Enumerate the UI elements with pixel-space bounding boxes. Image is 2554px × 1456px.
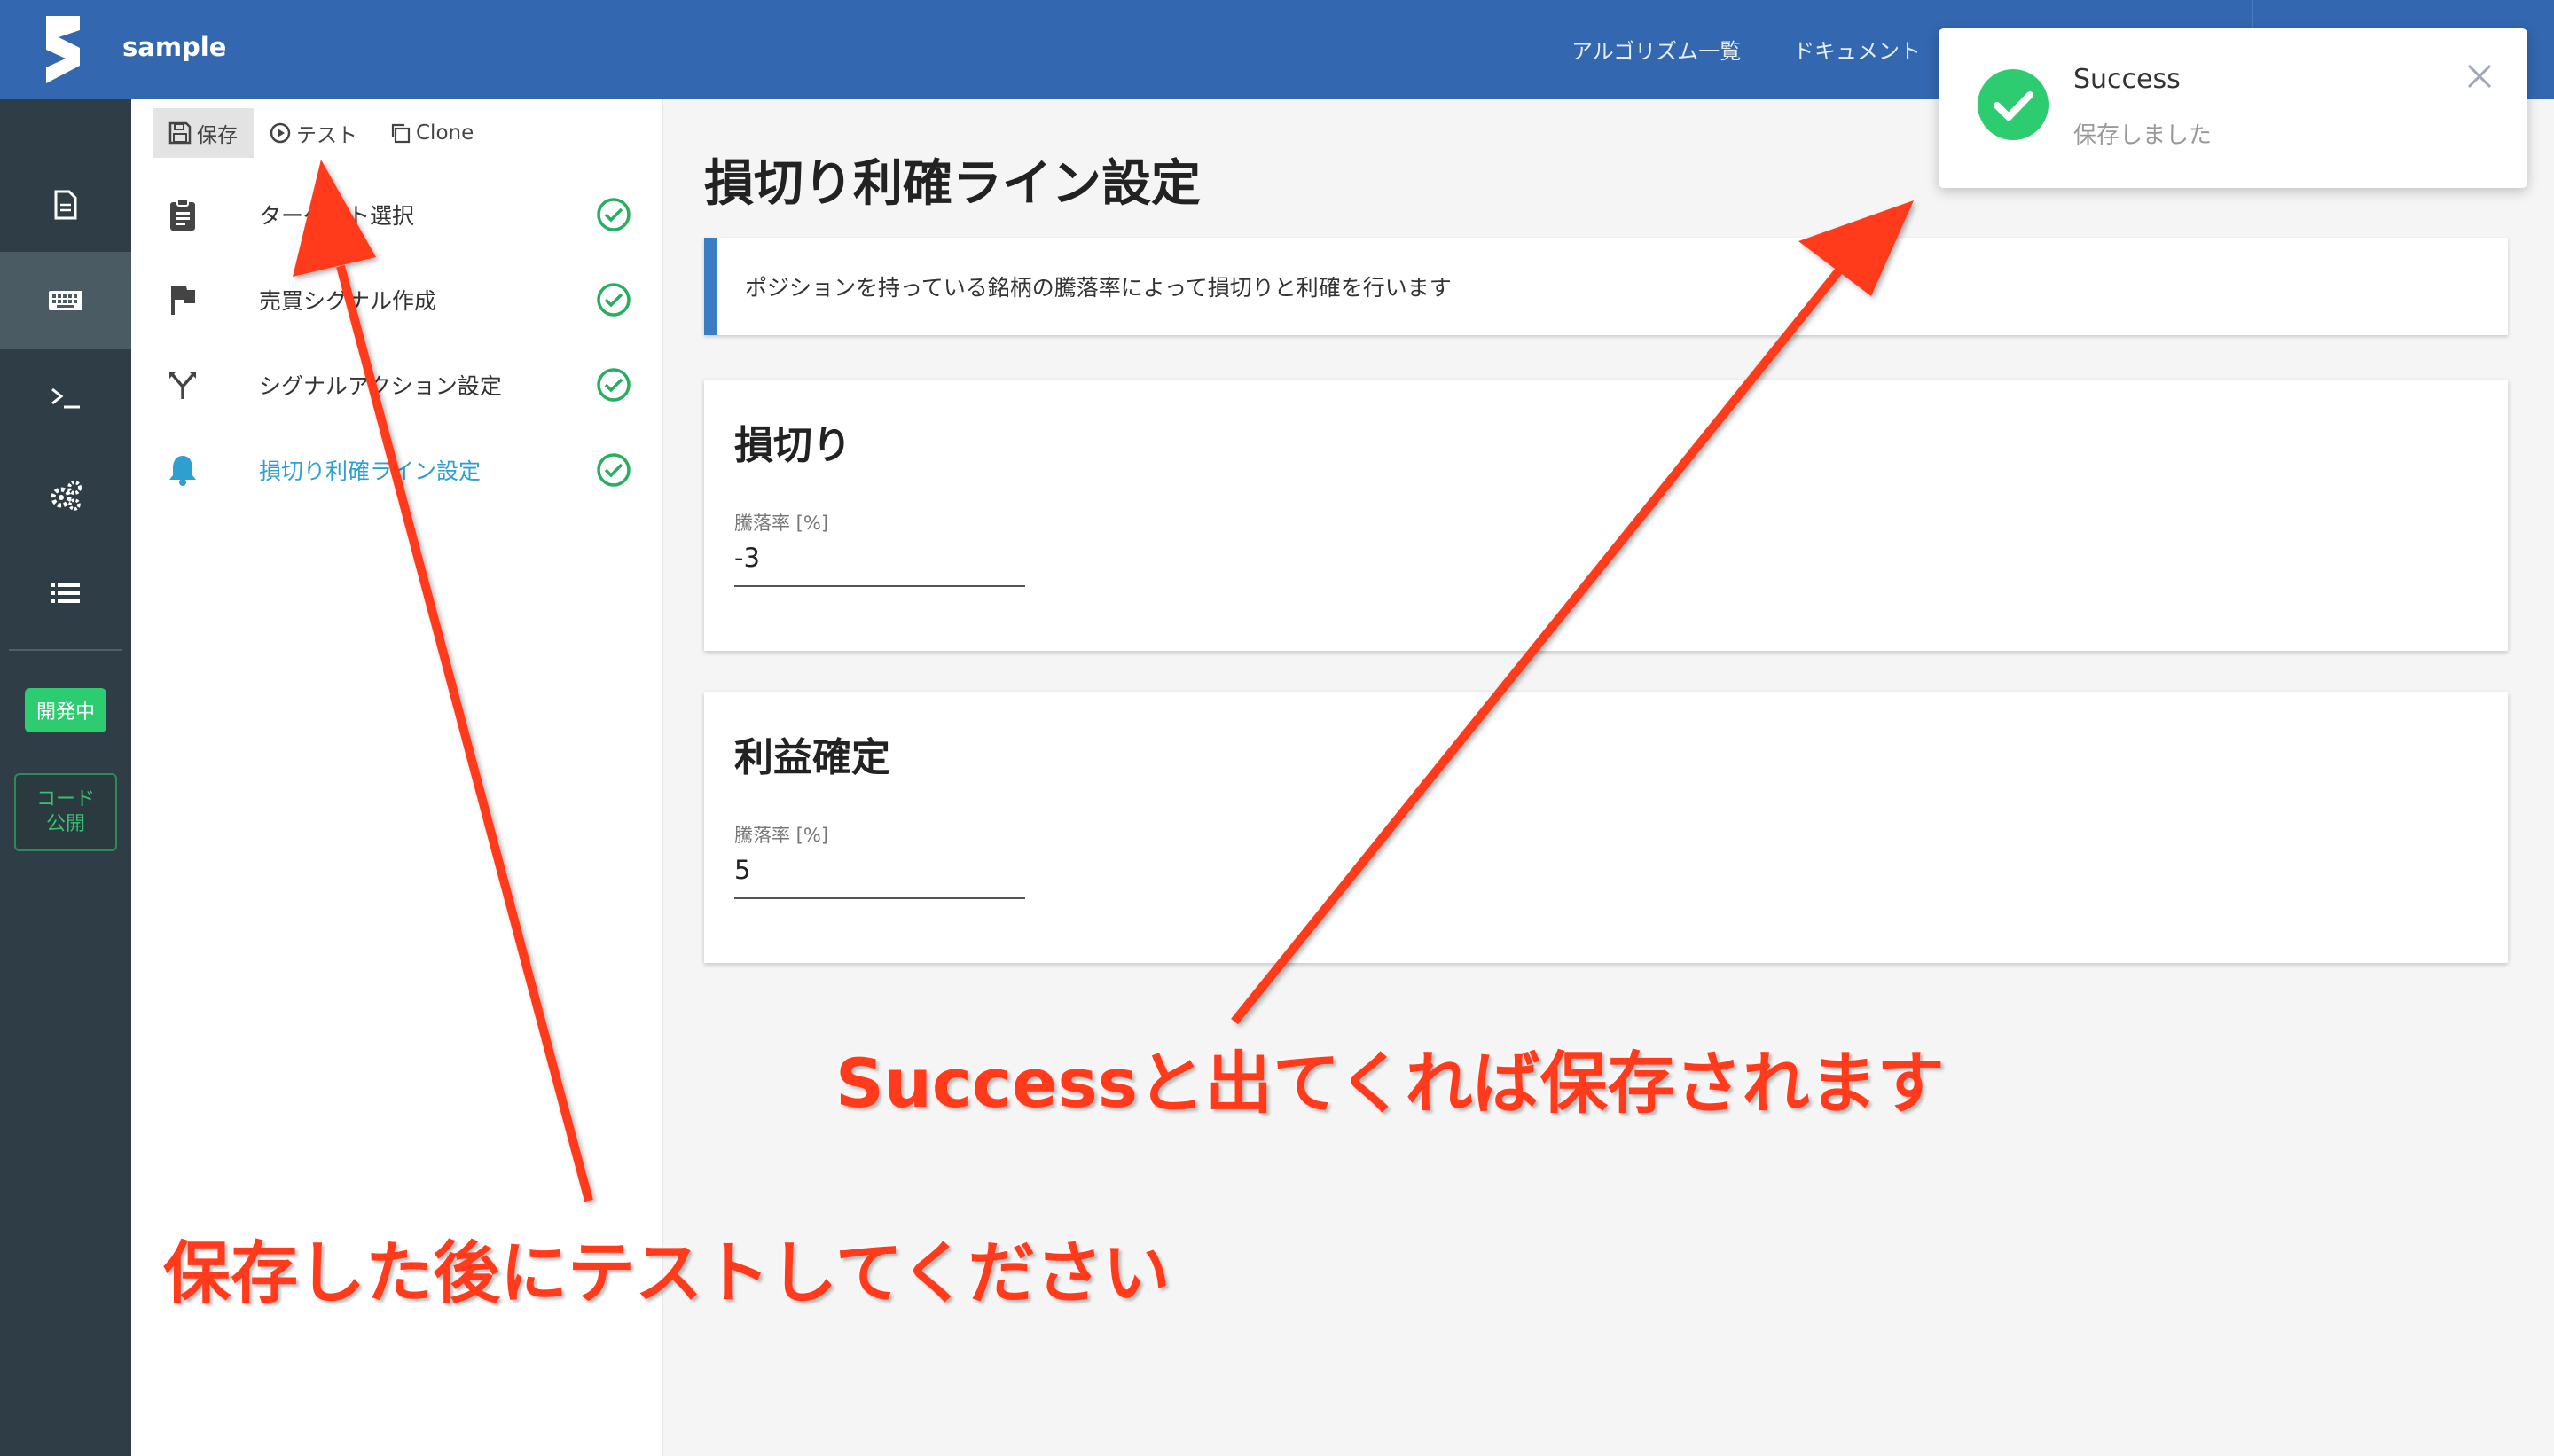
document-icon <box>54 190 77 220</box>
check-circle-icon <box>597 368 631 402</box>
step-signal-create[interactable]: 売買シグナル作成 <box>131 257 663 342</box>
list-icon <box>51 583 80 603</box>
step-label: 損切り利確ライン設定 <box>259 458 482 484</box>
stop-loss-input[interactable]: -3 <box>734 543 760 573</box>
take-profit-input[interactable]: 5 <box>734 855 750 885</box>
sidebar-item-document[interactable] <box>0 156 131 254</box>
success-check-icon <box>1978 69 2049 140</box>
close-icon[interactable] <box>2462 59 2497 94</box>
main-sidebar: 開発中 コード 公開 <box>0 99 131 1456</box>
check-circle-icon <box>597 198 631 231</box>
clone-label: Clone <box>416 121 474 145</box>
sidebar-divider <box>9 649 122 651</box>
keyboard-icon <box>49 291 82 310</box>
annotation-test-note: 保存した後にテストしてください <box>163 1233 1171 1312</box>
check-circle-icon <box>597 453 631 487</box>
play-circle-icon <box>270 122 291 144</box>
clipboard-icon <box>163 195 202 234</box>
info-banner: ポジションを持っている銘柄の騰落率によって損切りと利確を行います <box>704 238 2508 335</box>
terminal-icon <box>51 387 80 409</box>
step-label: シグナルアクション設定 <box>259 373 502 399</box>
take-profit-field-label: 騰落率 [%] <box>734 825 829 846</box>
info-text: ポジションを持っている銘柄の騰落率によって損切りと利確を行います <box>745 275 1452 301</box>
take-profit-heading: 利益確定 <box>734 735 890 780</box>
step-label: 売買シグナル作成 <box>259 288 437 314</box>
check-circle-icon <box>597 283 631 317</box>
flag-icon <box>163 280 202 319</box>
toolbar: 保存 テスト Clone <box>153 106 490 160</box>
stop-loss-heading: 損切り <box>734 423 851 468</box>
sidebar-item-editor[interactable] <box>0 252 131 349</box>
copy-icon <box>391 123 411 144</box>
step-label: ターゲット選択 <box>259 203 415 229</box>
step-signal-action[interactable]: シグナルアクション設定 <box>131 342 663 427</box>
save-button[interactable]: 保存 <box>153 108 254 158</box>
nav-documents[interactable]: ドキュメント <box>1793 34 1921 65</box>
sidebar-item-list[interactable] <box>0 544 131 642</box>
code-badge-line1: コード <box>35 788 95 810</box>
page-title: 損切り利確ライン設定 <box>704 155 1201 213</box>
step-stoploss-takeprofit[interactable]: 損切り利確ライン設定 <box>131 427 663 513</box>
stop-loss-field-label: 騰落率 [%] <box>734 513 829 534</box>
stop-loss-input-underline <box>734 585 1025 587</box>
toast-title: Success <box>2073 64 2181 95</box>
floppy-disk-icon <box>168 121 192 145</box>
sidebar-item-terminal[interactable] <box>0 349 131 447</box>
app-logo-icon[interactable] <box>39 12 87 87</box>
test-label: テスト <box>296 124 357 147</box>
test-button[interactable]: テスト <box>254 108 373 158</box>
save-label: 保存 <box>197 124 238 147</box>
success-toast: Success 保存しました <box>1939 28 2527 188</box>
sidebar-item-settings[interactable] <box>0 447 131 544</box>
gears-icon <box>51 481 82 511</box>
fork-icon <box>163 365 202 404</box>
step-target-select[interactable]: ターゲット選択 <box>131 172 663 257</box>
nav-algorithm-list[interactable]: アルゴリズム一覧 <box>1571 34 1741 65</box>
annotation-success-note: Successと出てくれば保存されます <box>835 1044 1945 1123</box>
status-badge[interactable]: 開発中 <box>25 688 106 732</box>
toast-message: 保存しました <box>2073 122 2213 149</box>
code-publish-badge[interactable]: コード 公開 <box>14 773 117 851</box>
clone-button[interactable]: Clone <box>373 108 490 158</box>
take-profit-input-underline <box>734 897 1025 899</box>
app-name: sample <box>122 32 227 62</box>
bell-icon <box>163 450 202 489</box>
code-badge-line2: 公開 <box>45 813 85 835</box>
take-profit-card: 利益確定 騰落率 [%] 5 <box>704 692 2508 963</box>
stop-loss-card: 損切り 騰落率 [%] -3 <box>704 380 2508 651</box>
